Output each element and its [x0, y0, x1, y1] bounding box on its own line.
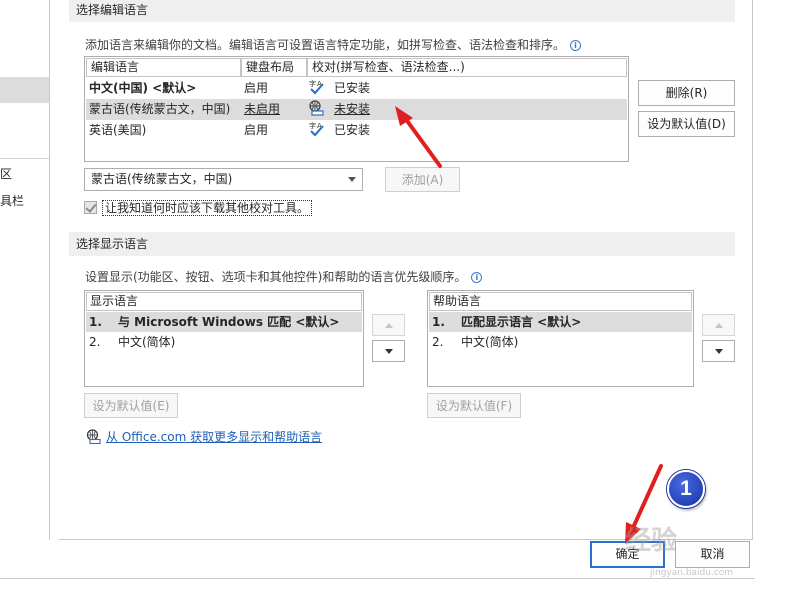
- editing-language-section-title: 选择编辑语言: [69, 0, 735, 22]
- list-item-number: 2.: [432, 335, 444, 349]
- row-keyboard: 启用: [244, 81, 269, 95]
- row-keyboard: 启用: [244, 123, 269, 137]
- notify-proofing-label[interactable]: 让我知道何时应该下载其他校对工具。: [102, 200, 313, 216]
- display-move-up-button[interactable]: [372, 314, 405, 336]
- column-header-editing-language[interactable]: 编辑语言: [86, 58, 241, 77]
- list-item[interactable]: 1. 与 Microsoft Windows 匹配 <默认>: [86, 312, 362, 332]
- list-item-label: 中文(简体): [461, 335, 519, 349]
- arrow-down-icon: [715, 349, 723, 354]
- left-nav-item-2[interactable]: 具栏: [0, 192, 24, 209]
- info-icon[interactable]: i: [570, 40, 582, 51]
- row-language: 中文(中国) <默认>: [89, 81, 197, 95]
- list-item[interactable]: 2. 中文(简体): [86, 332, 362, 352]
- set-default-display-language-button[interactable]: 设为默认值(E): [84, 393, 178, 418]
- row-proofing-status: 已安装: [334, 81, 371, 95]
- help-move-down-button[interactable]: [702, 340, 735, 362]
- list-item[interactable]: 1. 匹配显示语言 <默认>: [429, 312, 692, 332]
- language-pack-not-installed-icon: [308, 100, 326, 116]
- notify-proofing-checkbox[interactable]: [84, 201, 97, 214]
- list-item[interactable]: 2. 中文(简体): [429, 332, 692, 352]
- list-item-number: 1.: [89, 315, 102, 329]
- help-move-up-button[interactable]: [702, 314, 735, 336]
- svg-text:字: 字: [309, 79, 316, 88]
- left-nav-pane: 区 具栏: [0, 0, 50, 540]
- help-language-list[interactable]: 帮助语言 1. 匹配显示语言 <默认> 2. 中文(简体): [427, 290, 694, 387]
- watermark-url: jingyan.baidu.com: [650, 568, 734, 578]
- chevron-down-icon: [348, 177, 356, 182]
- office-languages-link[interactable]: 从 Office.com 获取更多显示和帮助语言: [106, 430, 322, 444]
- cancel-button[interactable]: 取消: [675, 541, 750, 568]
- list-item-label: 与 Microsoft Windows 匹配 <默认>: [118, 315, 340, 329]
- display-language-description: 设置显示(功能区、按钮、选项卡和其他控件)和帮助的语言优先级顺序。 i: [85, 268, 483, 285]
- svg-text:字: 字: [309, 121, 316, 130]
- info-icon[interactable]: i: [471, 272, 483, 283]
- set-default-help-language-button[interactable]: 设为默认值(F): [427, 393, 521, 418]
- editing-language-table[interactable]: 编辑语言 键盘布局 校对(拼写检查、语法检查...) 中文(中国) <默认> 启…: [84, 56, 629, 162]
- editing-language-description-text: 添加语言来编辑你的文档。编辑语言可设置语言特定功能，如拼写检查、语法检查和排序。: [85, 38, 566, 52]
- set-default-editing-language-button[interactable]: 设为默认值(D): [638, 111, 735, 137]
- add-language-select-value: 蒙古语(传统蒙古文，中国): [91, 172, 233, 186]
- watermark: 经验: [625, 526, 678, 556]
- help-language-list-header: 帮助语言: [429, 292, 692, 311]
- step-number-badge: 1: [667, 470, 705, 508]
- display-language-list-header: 显示语言: [86, 292, 362, 311]
- arrow-down-icon: [385, 349, 393, 354]
- row-proofing-status: 已安装: [334, 123, 371, 137]
- display-language-description-text: 设置显示(功能区、按钮、选项卡和其他控件)和帮助的语言优先级顺序。: [85, 270, 467, 284]
- column-header-keyboard-layout[interactable]: 键盘布局: [241, 58, 307, 77]
- row-proofing: 字A 已安装: [308, 78, 370, 99]
- add-language-button[interactable]: 添加(A): [385, 167, 460, 192]
- table-row[interactable]: 中文(中国) <默认> 启用 字A 已安装: [86, 78, 627, 99]
- table-row[interactable]: 英语(美国) 启用 字A 已安装: [86, 120, 627, 141]
- editing-language-description: 添加语言来编辑你的文档。编辑语言可设置语言特定功能，如拼写检查、语法检查和排序。…: [85, 36, 582, 53]
- remove-language-button[interactable]: 删除(R): [638, 80, 735, 106]
- row-language: 英语(美国): [89, 123, 147, 137]
- spellcheck-installed-icon: 字A: [308, 121, 326, 137]
- arrow-up-icon: [715, 323, 723, 328]
- left-nav-divider: [0, 158, 49, 159]
- table-row[interactable]: 蒙古语(传统蒙古文，中国) 未启用 未安装: [86, 99, 627, 120]
- column-header-proofing[interactable]: 校对(拼写检查、语法检查...): [307, 58, 627, 77]
- display-language-list[interactable]: 显示语言 1. 与 Microsoft Windows 匹配 <默认> 2. 中文(…: [84, 290, 364, 387]
- arrow-up-icon: [385, 323, 393, 328]
- left-nav-item-1[interactable]: 区: [0, 165, 12, 182]
- notify-proofing-row[interactable]: 让我知道何时应该下载其他校对工具。: [84, 199, 313, 216]
- row-proofing-status[interactable]: 未安装: [334, 102, 370, 116]
- globe-icon: [86, 429, 101, 445]
- office-languages-link-row[interactable]: 从 Office.com 获取更多显示和帮助语言: [86, 428, 322, 445]
- list-item-number: 1.: [432, 315, 445, 329]
- add-language-select[interactable]: 蒙古语(传统蒙古文，中国): [84, 168, 363, 191]
- list-item-label: 匹配显示语言 <默认>: [461, 315, 582, 329]
- list-item-label: 中文(简体): [118, 335, 176, 349]
- row-proofing: 字A 已安装: [308, 120, 370, 141]
- display-language-section-title: 选择显示语言: [69, 232, 735, 256]
- display-move-down-button[interactable]: [372, 340, 405, 362]
- spellcheck-installed-icon: 字A: [308, 79, 326, 95]
- row-keyboard[interactable]: 未启用: [244, 99, 280, 120]
- left-nav-selected-item[interactable]: [0, 77, 49, 103]
- row-proofing: 未安装: [308, 99, 370, 120]
- dialog-bottom-divider: [0, 578, 755, 579]
- row-language: 蒙古语(传统蒙古文，中国): [89, 102, 231, 116]
- list-item-number: 2.: [89, 335, 101, 349]
